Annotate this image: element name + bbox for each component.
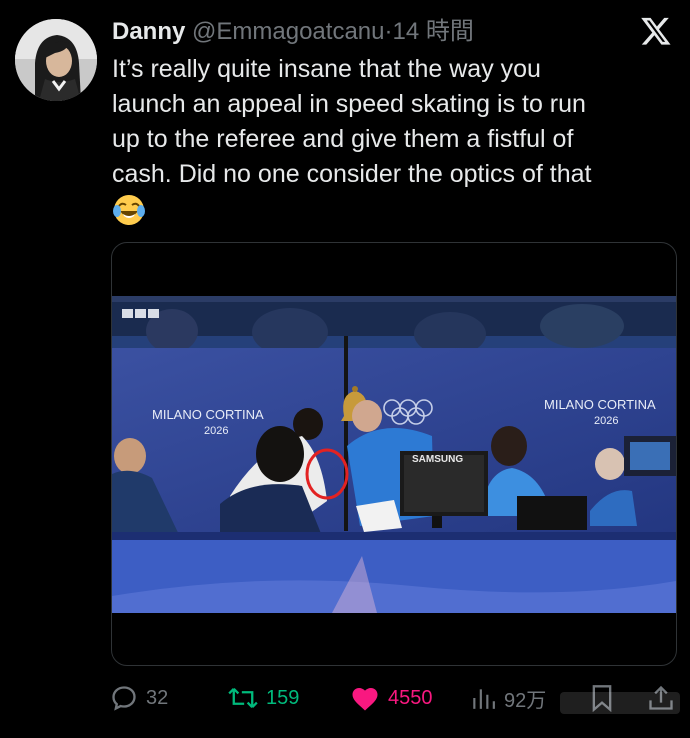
reply-icon <box>112 686 136 711</box>
retweet-count: 159 <box>266 686 300 709</box>
reply-button[interactable]: 32 <box>110 678 168 718</box>
tweet-text-line: up to the referee and give them a fistfu… <box>112 125 574 153</box>
banner-year-left: 2026 <box>204 425 228 437</box>
view-count: 92万 <box>504 689 547 712</box>
like-button[interactable]: 4550 <box>350 678 433 718</box>
tweet-text-line: launch an appeal in speed skating is to … <box>112 90 586 118</box>
bbc-watermark <box>122 309 159 318</box>
media-card[interactable]: MILANO CORTINA 2026 MILANO CORTINA 2026 <box>111 242 677 666</box>
x-logo-icon[interactable] <box>640 15 672 47</box>
tweet-action-bar: 32 159 4550 92万 <box>0 678 690 718</box>
avatar[interactable] <box>15 19 97 101</box>
separator-dot: · <box>384 18 393 45</box>
tweet-text-line: cash. Did no one consider the optics of … <box>112 160 592 188</box>
author-name[interactable]: Danny <box>112 18 185 45</box>
monitor-brand: SAMSUNG <box>412 454 463 465</box>
laughing-emoji-icon <box>112 193 146 227</box>
heart-icon <box>352 688 378 711</box>
tweet-header: Danny @Emmagoatcanu·14 時間 <box>112 16 630 48</box>
banner-year-right: 2026 <box>594 415 618 427</box>
retweet-button[interactable]: 159 <box>228 678 299 718</box>
avatar-image <box>15 19 97 101</box>
timestamp[interactable]: 14 時間 <box>393 18 474 45</box>
banner-text-right: MILANO CORTINA <box>544 397 656 412</box>
author-handle[interactable]: @Emmagoatcanu <box>192 18 384 45</box>
tweet-photo[interactable]: MILANO CORTINA 2026 MILANO CORTINA 2026 <box>112 296 676 613</box>
banner-text-left: MILANO CORTINA <box>152 407 264 422</box>
tweet-text: It’s really quite insane that the way yo… <box>112 52 672 192</box>
reply-count: 32 <box>146 686 169 709</box>
retweet-icon <box>228 687 258 709</box>
tweet-text-line: It’s really quite insane that the way yo… <box>112 55 541 83</box>
like-count: 4550 <box>388 686 433 709</box>
views-button[interactable]: 92万 <box>470 678 546 718</box>
watermark-blur <box>560 692 680 714</box>
views-icon <box>473 689 495 709</box>
